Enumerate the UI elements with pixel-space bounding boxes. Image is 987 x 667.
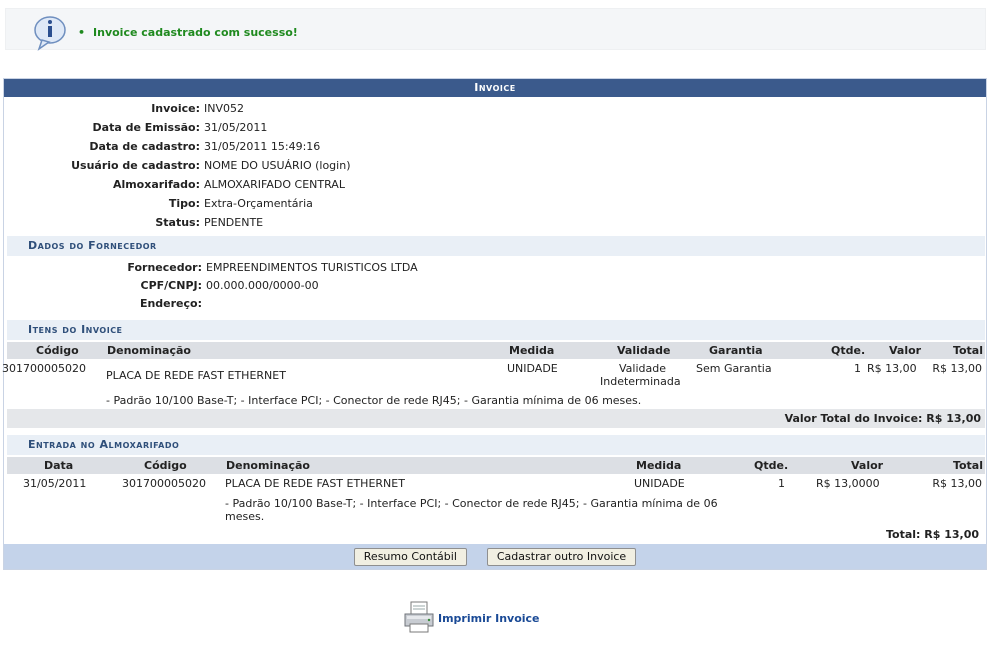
col-valor: Valor: [889, 344, 922, 357]
field-label: Invoice:: [151, 102, 200, 115]
col-medida: Medida: [509, 344, 555, 357]
field-value: INV052: [204, 102, 244, 115]
col-medida: Medida: [636, 459, 682, 472]
field-row-usuario: Usuário de cadastro: NOME DO USUÁRIO (lo…: [4, 156, 986, 175]
field-row-tipo: Tipo: Extra-Orçamentária: [4, 194, 986, 213]
field-label: Data de Emissão:: [92, 121, 200, 134]
field-value: ALMOXARIFADO CENTRAL: [204, 178, 345, 191]
col-total: Total: [952, 459, 983, 472]
invoice-total-bar: Valor Total do Invoice: R$ 13,00: [7, 409, 985, 428]
success-message-box: • Invoice cadastrado com sucesso!: [5, 8, 986, 51]
col-data: Data: [44, 459, 74, 472]
field-row-fornecedor: Fornecedor: EMPREENDIMENTOS TURISTICOS L…: [4, 258, 986, 277]
entry-total: R$ 13,00: [932, 477, 982, 490]
item-denominacao: PLACA DE REDE FAST ETHERNET: [106, 369, 286, 382]
field-row-data-emissao: Data de Emissão: 31/05/2011: [4, 118, 986, 137]
col-qtde: Qtde.: [831, 344, 866, 357]
field-label: Almoxarifado:: [112, 178, 200, 191]
success-message-text: Invoice cadastrado com sucesso!: [93, 26, 298, 39]
entry-table-header: Data Código Denominação Medida Qtde. Val…: [7, 457, 985, 474]
field-value: 31/05/2011: [204, 121, 268, 134]
col-garantia: Garantia: [709, 344, 763, 357]
field-label: Tipo:: [168, 197, 200, 210]
item-validade-line2: Indeterminada: [600, 375, 681, 388]
message-bullet: •: [78, 26, 86, 39]
items-section-heading: Itens do Invoice: [7, 320, 985, 340]
resumo-contabil-button[interactable]: Resumo Contábil: [353, 548, 467, 566]
panel-footer: Resumo Contábil Cadastrar outro Invoice: [4, 544, 986, 569]
field-row-almoxarifado: Almoxarifado: ALMOXARIFADO CENTRAL: [4, 175, 986, 194]
field-value: EMPREENDIMENTOS TURISTICOS LTDA: [206, 261, 418, 274]
field-label: Fornecedor:: [127, 261, 202, 274]
field-row-cpf-cnpj: CPF/CNPJ: 00.000.000/0000-00: [4, 276, 986, 295]
item-total: R$ 13,00: [932, 362, 982, 375]
field-row-invoice: Invoice: INV052: [4, 99, 986, 118]
field-label: CPF/CNPJ:: [140, 279, 203, 292]
info-icon: [34, 16, 66, 51]
items-table-header: Código Denominação Medida Validade Garan…: [7, 342, 985, 359]
field-value: Extra-Orçamentária: [204, 197, 313, 210]
field-value: NOME DO USUÁRIO (login): [204, 159, 351, 172]
item-validade-line1: Validade: [619, 362, 666, 375]
field-value: 31/05/2011 15:49:16: [204, 140, 321, 153]
col-validade: Validade: [617, 344, 671, 357]
entry-qtde: 1: [778, 477, 785, 490]
entry-codigo: 301700005020: [122, 477, 206, 490]
col-total: Total: [952, 344, 983, 357]
entry-denominacao: PLACA DE REDE FAST ETHERNET: [225, 477, 405, 490]
col-denominacao: Denominação: [107, 344, 191, 357]
entry-description-line1: - Padrão 10/100 Base-T; - Interface PCI;…: [225, 497, 718, 510]
col-valor: Valor: [851, 459, 884, 472]
field-label: Endereço:: [139, 297, 202, 310]
cadastrar-outro-invoice-button[interactable]: Cadastrar outro Invoice: [486, 548, 637, 566]
printer-icon[interactable]: [402, 600, 436, 634]
field-value: 00.000.000/0000-00: [206, 279, 319, 292]
entry-section-heading: Entrada no Almoxarifado: [7, 435, 985, 455]
field-label: Usuário de cadastro:: [71, 159, 200, 172]
entry-data: 31/05/2011: [23, 477, 87, 490]
item-valor: R$ 13,00: [867, 362, 917, 375]
col-qtde: Qtde.: [754, 459, 789, 472]
field-row-endereco: Endereço:: [4, 294, 986, 313]
field-value: PENDENTE: [204, 216, 264, 229]
col-codigo: Código: [36, 344, 79, 357]
item-description: - Padrão 10/100 Base-T; - Interface PCI;…: [106, 394, 642, 407]
item-qtde: 1: [854, 362, 861, 375]
col-denominacao: Denominação: [226, 459, 310, 472]
field-label: Data de cadastro:: [89, 140, 200, 153]
supplier-section-heading: Dados do Fornecedor: [7, 236, 985, 256]
field-row-data-cadastro: Data de cadastro: 31/05/2011 15:49:16: [4, 137, 986, 156]
entry-valor: R$ 13,0000: [816, 477, 880, 490]
print-invoice-link[interactable]: Imprimir Invoice: [438, 612, 540, 625]
item-codigo: 301700005020: [2, 362, 86, 375]
panel-caption: Invoice: [4, 79, 986, 97]
col-codigo: Código: [144, 459, 187, 472]
entry-medida: UNIDADE: [634, 477, 685, 490]
entry-total: Total: R$ 13,00: [885, 528, 979, 541]
item-garantia: Sem Garantia: [696, 362, 772, 375]
entry-description-line2: meses.: [225, 510, 265, 523]
item-medida: UNIDADE: [507, 362, 558, 375]
field-row-status: Status: PENDENTE: [4, 213, 986, 232]
success-message: • Invoice cadastrado com sucesso!: [78, 26, 298, 39]
field-label: Status:: [155, 216, 200, 229]
invoice-panel: Invoice Invoice: INV052 Data de Emissão:…: [2, 78, 987, 570]
